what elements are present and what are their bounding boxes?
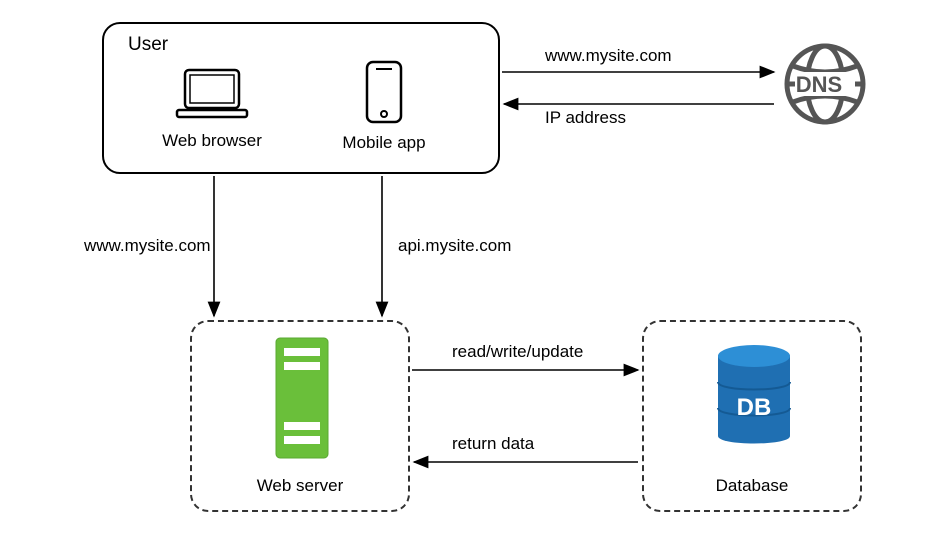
server-icon bbox=[274, 336, 330, 465]
mobile-app-label: Mobile app bbox=[334, 133, 434, 153]
arrow-label-mobile-down: api.mysite.com bbox=[398, 236, 511, 256]
db-text: DB bbox=[712, 394, 796, 422]
arrow-label-db-to-server: return data bbox=[452, 434, 534, 454]
web-browser-group: Web browser bbox=[152, 68, 272, 151]
database-icon: DB bbox=[712, 340, 796, 457]
arrow-label-from-dns: IP address bbox=[545, 108, 626, 128]
user-box-title: User bbox=[128, 34, 168, 56]
laptop-icon bbox=[173, 68, 251, 125]
database-label: Database bbox=[644, 476, 860, 496]
web-server-label: Web server bbox=[192, 476, 408, 496]
dns-node: DNS bbox=[775, 40, 875, 133]
mobile-app-group: Mobile app bbox=[334, 60, 434, 153]
smartphone-icon bbox=[364, 60, 404, 129]
web-server-box: Web server bbox=[190, 320, 410, 512]
dns-label: DNS bbox=[775, 72, 863, 98]
arrow-label-server-to-db: read/write/update bbox=[452, 342, 583, 362]
arrow-label-to-dns: www.mysite.com bbox=[545, 46, 672, 66]
user-box: User Web browser Mobile app bbox=[102, 22, 500, 174]
web-browser-label: Web browser bbox=[152, 131, 272, 151]
database-box: DB Database bbox=[642, 320, 862, 512]
arrow-label-browser-down: www.mysite.com bbox=[84, 236, 211, 256]
